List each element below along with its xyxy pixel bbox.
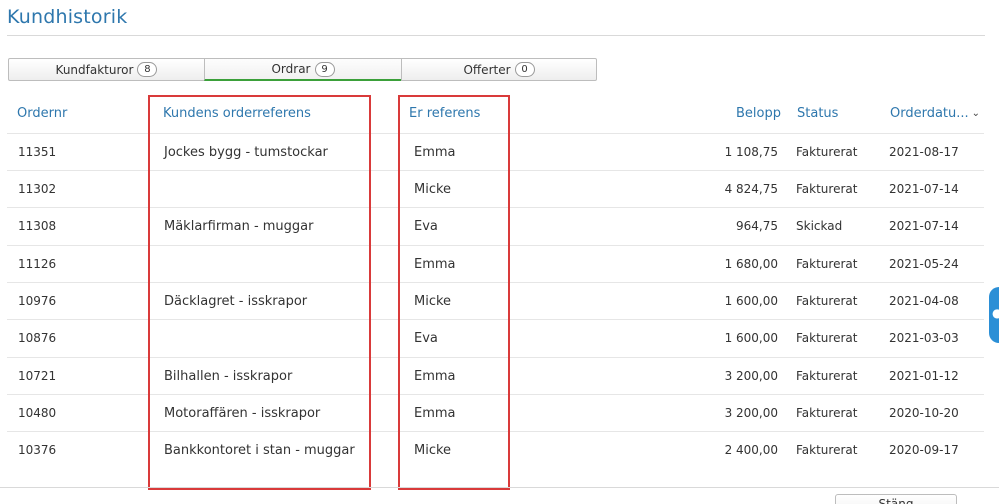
cell-er-referens: Eva	[414, 219, 438, 234]
cell-ordernr: 10480	[18, 406, 57, 420]
cell-orderdatum: 2020-09-17	[889, 443, 959, 457]
chat-icon: ●	[992, 306, 999, 320]
cell-ordernr: 10721	[18, 369, 57, 383]
column-header-status[interactable]: Status	[797, 106, 838, 121]
cell-belopp: 964,75	[736, 219, 778, 233]
cell-kundens-orderreferens: Bilhallen - isskrapor	[164, 369, 293, 384]
cell-belopp: 3 200,00	[724, 406, 778, 420]
cell-orderdatum: 2021-05-24	[889, 257, 959, 271]
column-header-ordernr[interactable]: Ordernr	[17, 106, 67, 121]
close-button[interactable]: Stäng	[835, 494, 957, 504]
table-row[interactable]: 11126 Emma 1 680,00 Fakturerat 2021-05-2…	[7, 245, 984, 282]
cell-ordernr: 11126	[18, 257, 57, 271]
table-row[interactable]: 11351 Jockes bygg - tumstockar Emma 1 10…	[7, 133, 984, 170]
table-row[interactable]: 11302 Micke 4 824,75 Fakturerat 2021-07-…	[7, 170, 984, 207]
cell-status: Fakturerat	[796, 182, 858, 196]
column-header-kundens-orderreferens[interactable]: Kundens orderreferens	[163, 106, 311, 121]
cell-er-referens: Emma	[414, 406, 456, 421]
cell-ordernr: 10376	[18, 443, 57, 457]
cell-er-referens: Micke	[414, 182, 452, 197]
cell-belopp: 1 600,00	[724, 331, 778, 345]
table-row[interactable]: 11308 Mäklarfirman - muggar Eva 964,75 S…	[7, 207, 984, 244]
cell-kundens-orderreferens: Jockes bygg - tumstockar	[164, 145, 328, 160]
cell-status: Fakturerat	[796, 145, 858, 159]
cell-belopp: 2 400,00	[724, 443, 778, 457]
cell-status: Skickad	[796, 219, 843, 233]
cell-kundens-orderreferens: Bankkontoret i stan - muggar	[164, 443, 355, 458]
cell-status: Fakturerat	[796, 331, 858, 345]
cell-kundens-orderreferens: Mäklarfirman - muggar	[164, 219, 314, 234]
cell-er-referens: Micke	[414, 443, 452, 458]
cell-orderdatum: 2021-04-08	[889, 294, 959, 308]
tab-label: Ordrar	[271, 62, 311, 76]
footer-divider	[0, 487, 999, 488]
column-header-orderdatum-label: Orderdatu...	[890, 106, 969, 121]
chevron-down-icon: ⌄	[971, 108, 981, 119]
cell-belopp: 3 200,00	[724, 369, 778, 383]
cell-orderdatum: 2021-07-14	[889, 219, 959, 233]
cell-belopp: 1 108,75	[724, 145, 778, 159]
table-row[interactable]: 10976 Däcklagret - isskrapor Micke 1 600…	[7, 282, 984, 319]
tab-ordrar[interactable]: Ordrar 9	[204, 58, 402, 81]
cell-ordernr: 11302	[18, 182, 57, 196]
cell-orderdatum: 2021-08-17	[889, 145, 959, 159]
tab-offerter[interactable]: Offerter 0	[401, 58, 597, 81]
title-divider	[7, 35, 985, 36]
tab-bar: Kundfakturor 8 Ordrar 9 Offerter 0	[8, 58, 597, 81]
cell-kundens-orderreferens: Motoraffären - isskrapor	[164, 406, 321, 421]
cell-status: Fakturerat	[796, 443, 858, 457]
cell-er-referens: Emma	[414, 257, 456, 272]
cell-status: Fakturerat	[796, 294, 858, 308]
page-title: Kundhistorik	[7, 6, 128, 28]
cell-belopp: 1 600,00	[724, 294, 778, 308]
cell-orderdatum: 2021-03-03	[889, 331, 959, 345]
cell-orderdatum: 2020-10-20	[889, 406, 959, 420]
cell-ordernr: 10876	[18, 331, 57, 345]
tab-kundfakturor[interactable]: Kundfakturor 8	[8, 58, 205, 81]
cell-status: Fakturerat	[796, 369, 858, 383]
table-row[interactable]: 10376 Bankkontoret i stan - muggar Micke…	[7, 431, 984, 468]
tab-count-badge: 8	[137, 62, 158, 77]
side-help-tab[interactable]: ●	[989, 287, 999, 343]
column-header-belopp[interactable]: Belopp	[700, 106, 781, 121]
table-row[interactable]: 10876 Eva 1 600,00 Fakturerat 2021-03-03	[7, 319, 984, 356]
cell-er-referens: Emma	[414, 145, 456, 160]
cell-ordernr: 11351	[18, 145, 57, 159]
cell-kundens-orderreferens: Däcklagret - isskrapor	[164, 294, 308, 309]
cell-belopp: 1 680,00	[724, 257, 778, 271]
tab-label: Kundfakturor	[55, 62, 134, 77]
cell-er-referens: Micke	[414, 294, 452, 309]
tab-count-badge: 9	[314, 61, 335, 77]
cell-er-referens: Emma	[414, 369, 456, 384]
column-header-er-referens[interactable]: Er referens	[409, 106, 480, 121]
table-row[interactable]: 10721 Bilhallen - isskrapor Emma 3 200,0…	[7, 357, 984, 394]
cell-ordernr: 10976	[18, 294, 57, 308]
tab-count-badge: 0	[514, 62, 535, 77]
kundhistorik-dialog: Kundhistorik Kundfakturor 8 Ordrar 9 Off…	[0, 0, 999, 504]
tab-label: Offerter	[463, 62, 511, 77]
cell-orderdatum: 2021-01-12	[889, 369, 959, 383]
cell-er-referens: Eva	[414, 331, 438, 346]
column-header-orderdatum[interactable]: Orderdatu... ⌄	[890, 106, 980, 121]
cell-orderdatum: 2021-07-14	[889, 182, 959, 196]
table-row[interactable]: 10480 Motoraffären - isskrapor Emma 3 20…	[7, 394, 984, 431]
cell-status: Fakturerat	[796, 257, 858, 271]
cell-belopp: 4 824,75	[724, 182, 778, 196]
cell-ordernr: 11308	[18, 219, 57, 233]
cell-status: Fakturerat	[796, 406, 858, 420]
